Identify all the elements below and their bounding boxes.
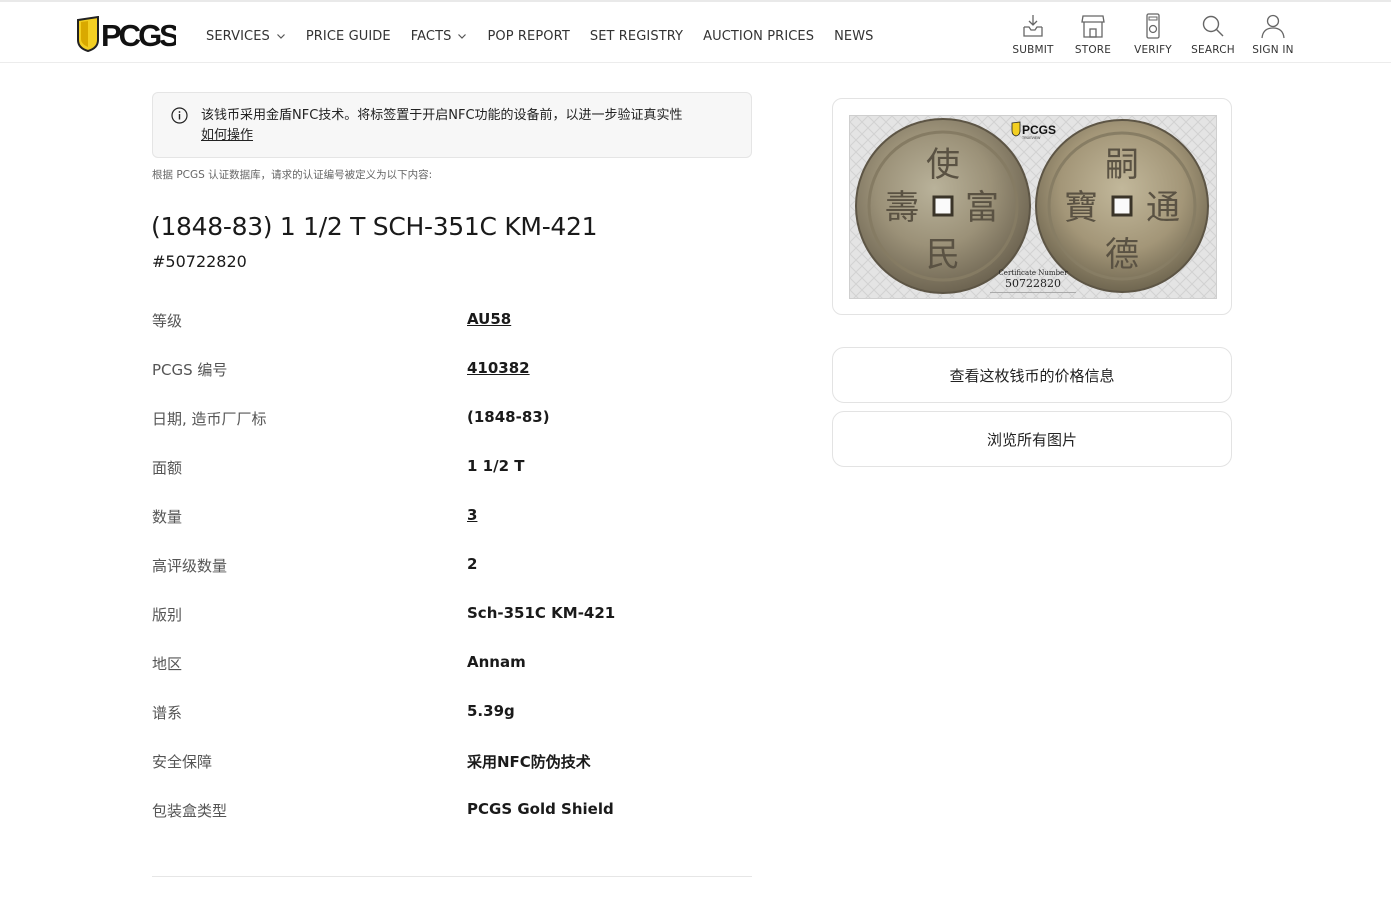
pcgs-logo[interactable]: PCGS [76,15,182,53]
attribute-row: 地区 Annam [152,653,752,677]
nav-auction-prices[interactable]: AUCTION PRICES [703,29,814,44]
attribute-row: 包装盒类型 PCGS Gold Shield [152,800,752,824]
nav-services[interactable]: SERVICES [206,29,286,44]
chevron-down-icon [276,34,285,39]
info-icon [171,107,188,124]
store-icon [1081,15,1105,38]
main-nav: SERVICES PRICE GUIDE FACTS POP REPORT SET RE… [206,26,894,46]
attribute-value: PCGS Gold Shield [467,800,614,818]
slab-cert-label: Certificate Number [998,269,1068,277]
attribute-row: 谱系 5.39g [152,702,752,726]
search-label: SEARCH [1191,44,1235,56]
coin-image-card[interactable]: 使 富 民 壽 嗣 通 德 寶 PCGS TRUEVIEW Certificat… [832,98,1232,315]
user-icon [1261,14,1285,39]
attribute-row: 面额 1 1/2 T [152,457,752,481]
header-tools: SUBMIT STORE VERIFY SEARCH SIGN IN [1003,12,1303,56]
how-to-link[interactable]: 如何操作 [201,126,253,146]
attribute-label: 等级 [152,312,183,330]
attribute-row: 高评级数量 2 [152,555,752,579]
obverse-char-bottom: 民 [926,235,960,275]
cert-number: #50722820 [152,252,247,271]
coin-title: (1848-83) 1 1/2 T SCH-351C KM-421 [151,212,598,241]
attribute-row: 日期, 造币厂厂标 (1848-83) [152,408,752,432]
attribute-label: 日期, 造币厂厂标 [152,410,267,428]
nav-label: NEWS [834,28,874,44]
trueview-brand-text: PCGS [1022,123,1056,137]
nav-label: FACTS [410,28,452,44]
attribute-value: 5.39g [467,702,515,720]
nav-label: PRICE GUIDE [305,28,391,44]
nav-label: AUCTION PRICES [703,28,815,44]
search-button[interactable]: SEARCH [1183,12,1243,56]
attribute-label: 版别 [152,606,183,624]
obverse-coin: 使 富 民 壽 [855,118,1031,294]
reverse-char-bottom: 德 [1105,235,1139,275]
attribute-value: 2 [467,555,478,573]
attribute-row: 数量 3 [152,506,752,530]
trueview-sub-text: TRUEVIEW [1022,136,1041,140]
sign-in-button[interactable]: SIGN IN [1243,12,1303,56]
obverse-char-right: 富 [965,188,999,228]
site-header: PCGS SERVICES PRICE GUIDE FACTS POP REPORT S… [0,0,1391,63]
submit-label: SUBMIT [1012,44,1054,56]
coin-photo: 使 富 民 壽 嗣 通 德 寶 PCGS TRUEVIEW Certificat… [850,116,1216,298]
verify-label: VERIFY [1134,44,1172,56]
attribute-value: Sch-351C KM-421 [467,604,616,622]
svg-text:PCGS: PCGS [101,18,176,52]
database-note: 根据 PCGS 认证数据库，请求的认证编号被定义为以下内容: [152,169,433,181]
attribute-label: 安全保障 [152,753,213,771]
store-label: STORE [1074,44,1112,56]
nav-pop-report[interactable]: POP REPORT [487,29,569,44]
chevron-down-icon [458,34,467,39]
obverse-char-left: 壽 [885,188,919,228]
attribute-label: 地区 [152,655,183,673]
nav-price-guide[interactable]: PRICE GUIDE [306,29,391,44]
pcgs-logo-shield-icon: PCGS [77,15,182,53]
attribute-value: 1 1/2 T [467,457,525,475]
search-icon [1202,15,1224,37]
nfc-notice: 该钱币采用金盾NFC技术。将标签置于开启NFC功能的设备前，以进一步验证真实性 … [152,92,752,158]
coin-slab-image[interactable]: 使 富 民 壽 嗣 通 德 寶 PCGS TRUEVIEW Certificat… [849,115,1217,299]
sign-in-label: SIGN IN [1252,44,1294,56]
attribute-value: Annam [467,653,526,671]
attribute-value-link[interactable]: 410382 [467,359,530,377]
attribute-label: 高评级数量 [152,557,228,575]
attribute-value-link[interactable]: AU58 [467,310,511,328]
attribute-value: 采用NFC防伪技术 [467,753,591,771]
attribute-row: PCGS 编号 410382 [152,359,752,383]
store-button[interactable]: STORE [1063,12,1123,56]
nav-label: SET REGISTRY [589,28,684,44]
nav-facts[interactable]: FACTS [411,29,468,44]
section-divider [152,876,752,877]
nfc-notice-text: 该钱币采用金盾NFC技术。将标签置于开启NFC功能的设备前，以进一步验证真实性 [201,108,683,123]
verify-icon [1146,13,1160,39]
reverse-coin: 嗣 通 德 寶 [1035,119,1209,293]
attribute-value: (1848-83) [467,408,550,426]
obverse-char-top: 使 [926,145,960,185]
nav-set-registry[interactable]: SET REGISTRY [590,29,683,44]
attribute-label: 包装盒类型 [152,802,228,820]
attribute-row: 安全保障 采用NFC防伪技术 [152,751,752,775]
attribute-row: 版别 Sch-351C KM-421 [152,604,752,628]
nav-news[interactable]: NEWS [834,29,873,44]
reverse-char-right: 通 [1146,188,1180,228]
all-images-button[interactable]: 浏览所有图片 [832,411,1232,467]
nav-label: SERVICES [206,28,270,44]
attribute-label: 谱系 [152,704,183,722]
verify-button[interactable]: VERIFY [1123,12,1183,56]
attribute-row: 等级 AU58 [152,310,752,334]
attribute-label: 数量 [152,508,183,526]
submit-icon [1023,15,1043,37]
submit-button[interactable]: SUBMIT [1003,12,1063,56]
attribute-label: PCGS 编号 [152,361,228,379]
attribute-value-link[interactable]: 3 [467,506,477,524]
attribute-label: 面额 [152,459,183,477]
reverse-char-left: 寶 [1064,188,1098,228]
reverse-char-top: 嗣 [1105,145,1139,185]
price-info-button[interactable]: 查看这枚钱币的价格信息 [832,347,1232,403]
slab-cert-number: 50722820 [1005,277,1061,290]
nav-label: POP REPORT [487,28,570,44]
